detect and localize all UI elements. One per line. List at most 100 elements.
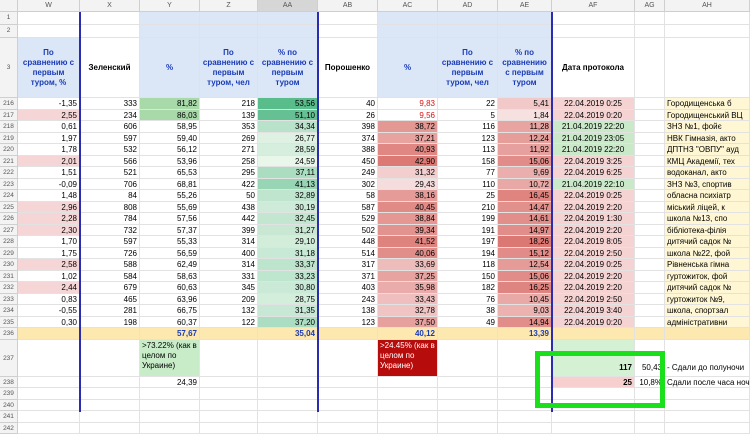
total-cell[interactable] [635,328,665,340]
cell-x[interactable]: 597 [80,236,140,248]
row-header[interactable]: 227 [0,225,18,237]
cell[interactable] [258,423,318,434]
cell-aa[interactable]: 32,89 [258,190,318,202]
cell-ae[interactable]: 15,06 [498,271,552,283]
cell-ab[interactable]: 249 [318,167,378,179]
cell-af-date[interactable]: 22.04.2019 6:25 [552,167,635,179]
cell-z[interactable]: 258 [200,156,258,168]
cell[interactable] [140,411,200,423]
cell-ah-location[interactable]: гуртожиток №9, [665,294,750,306]
cell-ah-location[interactable]: ДПТНЗ "ОВПУ" ауд [665,144,750,156]
cell[interactable] [378,400,438,412]
cell-ac[interactable]: 37,50 [378,317,438,329]
cell-ac[interactable]: 33,43 [378,294,438,306]
cell-ae[interactable]: 12,24 [498,133,552,145]
cell-ag[interactable] [635,305,665,317]
row-header[interactable]: 221 [0,156,18,168]
cell-aa[interactable]: 28,59 [258,144,318,156]
cell-x[interactable]: 706 [80,179,140,191]
cell-ae[interactable]: 14,61 [498,213,552,225]
cell-af-date[interactable]: 22.04.2019 2:50 [552,294,635,306]
cell-ah-location[interactable]: Городищенська б [665,98,750,110]
cell-ag[interactable] [635,225,665,237]
cell-ab[interactable]: 403 [318,282,378,294]
row-header[interactable]: 229 [0,248,18,260]
cell-x[interactable]: 198 [80,317,140,329]
cell[interactable] [635,423,665,434]
cell-y[interactable]: 57,37 [140,225,200,237]
total-cell[interactable] [438,328,498,340]
cell[interactable] [498,423,552,434]
cell[interactable] [552,25,635,38]
cell[interactable] [200,388,258,400]
row-header[interactable]: 1 [0,12,18,25]
cell-y[interactable]: 66,75 [140,305,200,317]
cell[interactable] [665,400,750,412]
cell-ad[interactable]: 199 [438,213,498,225]
cell-z[interactable]: 139 [200,110,258,122]
cell-z[interactable]: 442 [200,213,258,225]
total-cell[interactable] [665,328,750,340]
cell-aa[interactable]: 41,13 [258,179,318,191]
cell-y[interactable]: 56,12 [140,144,200,156]
cell-ae[interactable]: 15,12 [498,248,552,260]
cell-w[interactable]: 2,96 [18,202,80,214]
column-header-ah[interactable]: AH [665,0,750,12]
cell-ag[interactable] [635,179,665,191]
cell-ad[interactable]: 38 [438,305,498,317]
header-af[interactable]: Дата протокола [552,38,635,98]
cell-af-date[interactable]: 21.04.2019 22:10 [552,179,635,191]
cell-aa[interactable]: 30,19 [258,202,318,214]
cell-ac[interactable]: 38,16 [378,190,438,202]
row-header[interactable]: 223 [0,179,18,191]
row-header[interactable]: 242 [0,423,18,434]
cell-af-date[interactable]: 22.04.2019 0:20 [552,110,635,122]
cell[interactable] [438,400,498,412]
cell-ac[interactable]: 9,83 [378,98,438,110]
cell[interactable] [552,12,635,25]
cell-z[interactable]: 269 [200,133,258,145]
header-x[interactable]: Зеленский [80,38,140,98]
cell-z[interactable]: 438 [200,202,258,214]
cell-ag[interactable] [635,202,665,214]
cell[interactable] [80,340,140,377]
cell[interactable] [665,12,750,25]
cell-w[interactable]: 2,30 [18,225,80,237]
row-header[interactable]: 230 [0,259,18,271]
cell-x[interactable]: 597 [80,133,140,145]
cell[interactable] [18,340,80,377]
total-cell[interactable] [552,328,635,340]
cell-w[interactable]: 2,55 [18,110,80,122]
cell-aa[interactable]: 31,27 [258,225,318,237]
total-cell[interactable] [80,328,140,340]
column-header-w[interactable]: W [18,0,80,12]
cell-w[interactable]: 0,30 [18,317,80,329]
cell[interactable] [80,411,140,423]
cell-ab[interactable]: 450 [318,156,378,168]
cell-aa[interactable]: 32,45 [258,213,318,225]
cell[interactable] [18,400,80,412]
column-header-y[interactable]: Y [140,0,200,12]
cell-ae[interactable]: 1,84 [498,110,552,122]
header-z[interactable]: По сравнению с первым туром, чел [200,38,258,98]
cell[interactable] [438,388,498,400]
cell[interactable] [318,411,378,423]
cell-y[interactable]: 81,82 [140,98,200,110]
cell-ag[interactable] [635,213,665,225]
cell[interactable] [140,12,200,25]
cell[interactable] [200,423,258,434]
cell-w[interactable]: 0,83 [18,294,80,306]
cell-w[interactable]: -0,55 [18,305,80,317]
cell[interactable] [635,411,665,423]
cell[interactable] [378,25,438,38]
cell[interactable] [378,423,438,434]
cell-aa[interactable]: 33,37 [258,259,318,271]
cell[interactable] [498,25,552,38]
cell[interactable] [665,388,750,400]
total-cell[interactable] [18,328,80,340]
header-ac[interactable]: % [378,38,438,98]
cell-ae[interactable]: 11,92 [498,144,552,156]
cell-ah-location[interactable]: КМЦ Академії, тех [665,156,750,168]
cell-x[interactable]: 465 [80,294,140,306]
cell-ad[interactable]: 25 [438,190,498,202]
